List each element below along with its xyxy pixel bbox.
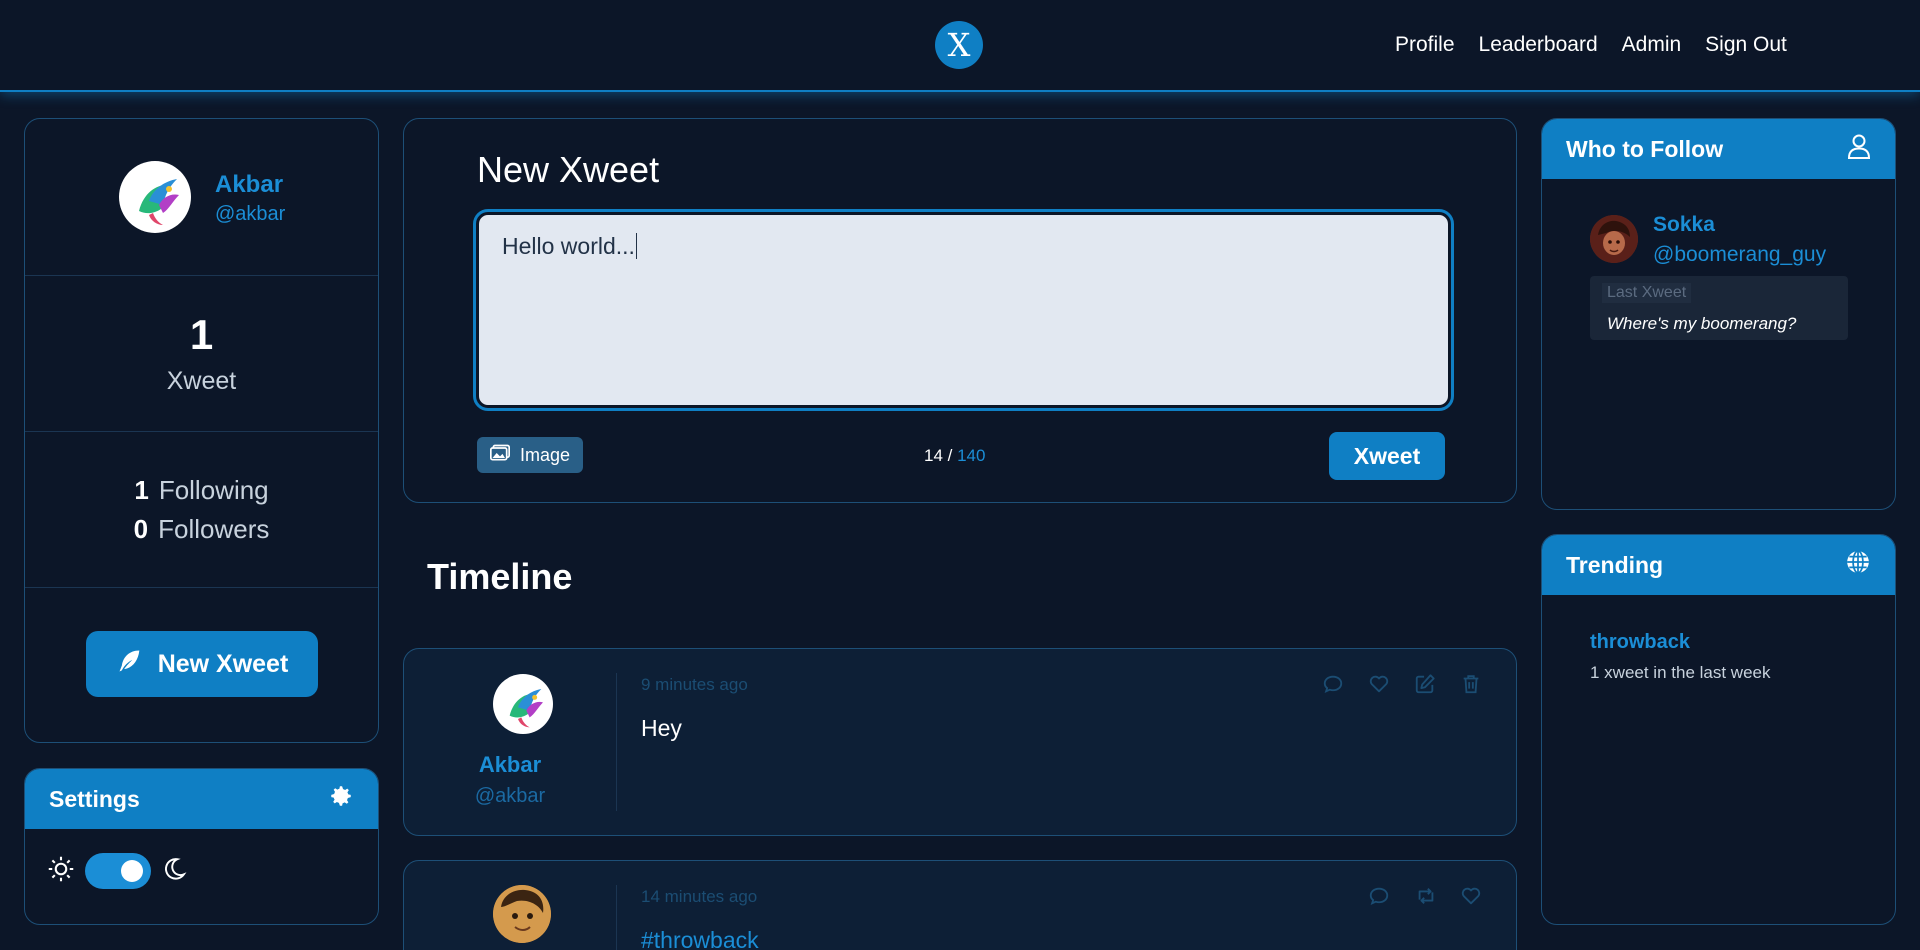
compose-title: New Xweet bbox=[477, 149, 660, 190]
dark-mode-toggle[interactable] bbox=[85, 853, 151, 889]
nav-leaderboard-link[interactable]: Leaderboard bbox=[1479, 33, 1598, 57]
xweet-author-name[interactable]: Akbar bbox=[404, 752, 616, 778]
reply-icon[interactable] bbox=[1368, 885, 1390, 907]
profile-name[interactable]: Akbar bbox=[215, 171, 283, 199]
compose-card: New Xweet Hello world... Image 14 / 140 … bbox=[403, 118, 1517, 503]
character-count: 14 bbox=[924, 446, 943, 465]
image-upload-button[interactable]: Image bbox=[477, 437, 583, 473]
suggested-user-name[interactable]: Sokka bbox=[1653, 213, 1715, 237]
last-xweet-text: Where's my boomerang? bbox=[1607, 314, 1797, 333]
follow-stats: 1 Following 0 Followers bbox=[25, 432, 378, 588]
settings-card: Settings bbox=[24, 768, 379, 925]
following-count: 1 bbox=[134, 474, 149, 505]
xweet-author bbox=[404, 861, 616, 950]
timeline-xweet: 14 minutes ago #throwback bbox=[403, 860, 1517, 950]
trending-header: Trending bbox=[1542, 535, 1895, 595]
last-xweet-preview: Last Xweet Where's my boomerang? bbox=[1590, 276, 1848, 340]
user-icon bbox=[1847, 133, 1871, 165]
sun-icon bbox=[47, 855, 75, 888]
trending-title: Trending bbox=[1566, 551, 1664, 578]
nav-sign-out-link[interactable]: Sign Out bbox=[1705, 33, 1787, 57]
new-xweet-button[interactable]: New Xweet bbox=[86, 631, 318, 697]
nav-admin-link[interactable]: Admin bbox=[1622, 33, 1682, 57]
globe-icon bbox=[1845, 549, 1871, 581]
who-to-follow-card: Who to Follow Sokka @boomerang_guy Last … bbox=[1541, 118, 1896, 510]
settings-header: Settings bbox=[25, 769, 378, 829]
logo[interactable]: X bbox=[935, 21, 983, 69]
avatar[interactable] bbox=[493, 674, 553, 734]
suggested-user-handle[interactable]: @boomerang_guy bbox=[1653, 243, 1826, 267]
character-counter: 14 / 140 bbox=[924, 446, 986, 465]
xweet-timestamp: 9 minutes ago bbox=[641, 675, 748, 694]
timeline-title: Timeline bbox=[427, 556, 573, 597]
trending-tag[interactable]: throwback bbox=[1590, 631, 1690, 654]
followers-label: Followers bbox=[158, 513, 270, 544]
xweet-text: Hey bbox=[641, 715, 682, 741]
xweet-textarea[interactable]: Hello world... bbox=[473, 209, 1454, 411]
avatar[interactable] bbox=[1590, 215, 1638, 263]
new-xweet-label: New Xweet bbox=[157, 649, 289, 678]
moon-icon bbox=[161, 856, 187, 887]
xweet-actions bbox=[1322, 673, 1482, 695]
xweet-count: 1 bbox=[189, 311, 214, 358]
timeline-xweet: Akbar @akbar 9 minutes ago Hey bbox=[403, 648, 1517, 836]
trash-icon[interactable] bbox=[1460, 673, 1482, 695]
xweet-author-handle[interactable]: @akbar bbox=[404, 785, 616, 808]
feather-icon bbox=[116, 647, 144, 682]
xweet-count-label: Xweet bbox=[166, 367, 237, 395]
toggle-knob bbox=[121, 860, 143, 882]
nav-profile-link[interactable]: Profile bbox=[1395, 33, 1455, 57]
heart-icon[interactable] bbox=[1368, 673, 1390, 695]
nav-links: Profile Leaderboard Admin Sign Out bbox=[1395, 33, 1787, 57]
xweet-stat: 1 Xweet bbox=[25, 276, 378, 432]
who-to-follow-title: Who to Follow bbox=[1566, 135, 1724, 162]
image-icon bbox=[489, 444, 510, 467]
divider bbox=[616, 885, 617, 950]
character-max: 140 bbox=[957, 446, 986, 465]
edit-icon[interactable] bbox=[1414, 673, 1436, 695]
divider bbox=[616, 673, 617, 811]
profile-handle[interactable]: @akbar bbox=[215, 203, 285, 226]
profile-header: Akbar @akbar bbox=[25, 119, 378, 276]
avatar[interactable] bbox=[119, 161, 191, 233]
following-label: Following bbox=[158, 474, 269, 505]
trending-count: 1 xweet in the last week bbox=[1590, 663, 1771, 682]
xweet-author: Akbar @akbar bbox=[404, 649, 616, 835]
who-to-follow-header: Who to Follow bbox=[1542, 119, 1895, 179]
xweet-textarea-value: Hello world... bbox=[502, 233, 635, 259]
trending-card: Trending throwback 1 xweet in the last w… bbox=[1541, 534, 1896, 925]
text-cursor bbox=[635, 233, 637, 259]
followers-stat[interactable]: 0 Followers bbox=[134, 514, 270, 545]
top-navbar: X Profile Leaderboard Admin Sign Out bbox=[0, 0, 1920, 92]
theme-switcher bbox=[25, 829, 378, 913]
last-xweet-label: Last Xweet bbox=[1602, 283, 1692, 303]
gear-icon bbox=[328, 783, 354, 815]
xweet-actions bbox=[1368, 885, 1482, 907]
profile-card: Akbar @akbar 1 Xweet 1 Following 0 Followe… bbox=[24, 118, 379, 743]
following-stat[interactable]: 1 Following bbox=[134, 475, 268, 506]
followers-count: 0 bbox=[133, 513, 149, 544]
settings-title: Settings bbox=[49, 785, 140, 812]
heart-icon[interactable] bbox=[1460, 885, 1482, 907]
avatar[interactable] bbox=[493, 885, 551, 943]
xweet-timestamp: 14 minutes ago bbox=[641, 887, 758, 906]
reply-icon[interactable] bbox=[1322, 673, 1344, 695]
image-button-label: Image bbox=[519, 444, 571, 465]
repost-icon[interactable] bbox=[1414, 885, 1436, 907]
hashtag-link[interactable]: #throwback bbox=[641, 927, 759, 950]
xweet-submit-button[interactable]: Xweet bbox=[1329, 432, 1445, 480]
